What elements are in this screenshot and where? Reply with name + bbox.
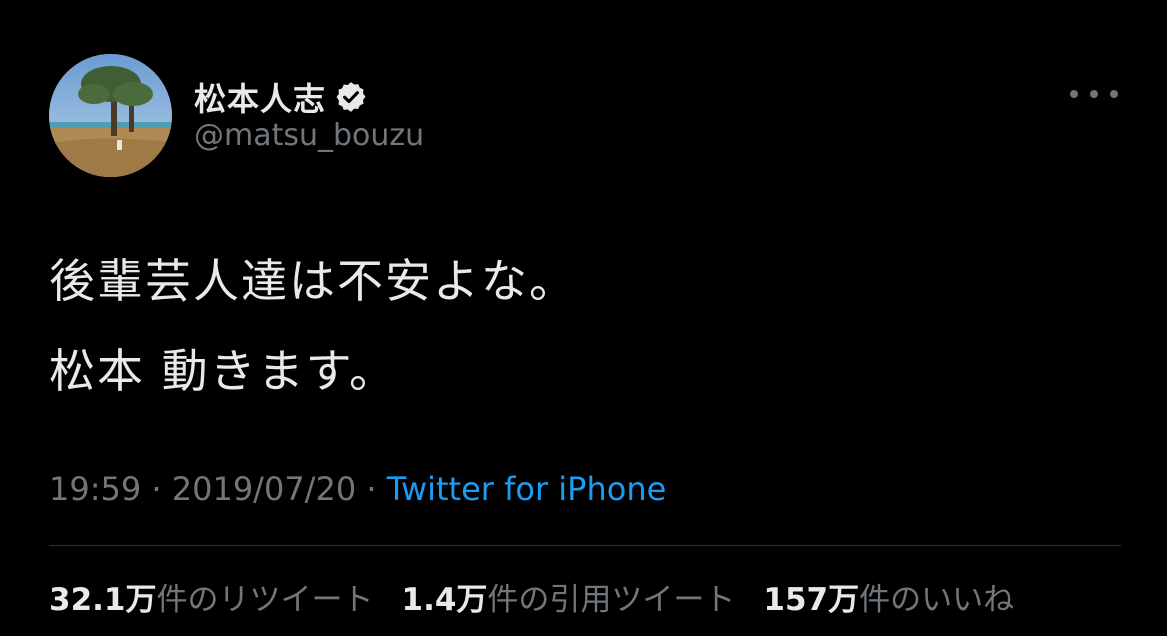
quote-tweets-stat[interactable]: 1.4万件の引用ツイート [402, 574, 736, 619]
tweet-source-link[interactable]: Twitter for iPhone [387, 470, 667, 508]
divider [49, 545, 1121, 546]
verified-badge-icon [334, 80, 368, 114]
meta-separator: · [356, 470, 387, 508]
retweets-stat[interactable]: 32.1万件のリツイート [49, 574, 374, 619]
more-dot [1090, 90, 1098, 98]
tweet-text-line: 松本 動きます。 [49, 344, 398, 398]
more-dot [1110, 90, 1118, 98]
tweet-text: 後輩芸人達は不安よな。 松本 動きます。 [49, 236, 577, 416]
tweet-time[interactable]: 19:59 [49, 470, 141, 508]
quote-tweets-label: 件の引用ツイート [487, 582, 736, 618]
tweet-text-line: 後輩芸人達は不安よな。 [49, 254, 577, 308]
author-display-name[interactable]: 松本人志 [194, 74, 326, 120]
avatar[interactable] [49, 54, 172, 177]
author-handle[interactable]: @matsu_bouzu [194, 118, 424, 153]
tweet-card: 松本人志 @matsu_bouzu 後輩芸人達は不安よな。 松本 動きます。 1… [0, 0, 1167, 636]
more-options-icon[interactable] [1070, 80, 1118, 108]
tweet-date[interactable]: 2019/07/20 [172, 470, 356, 508]
likes-label: 件のいいね [859, 582, 1015, 618]
engagement-stats: 32.1万件のリツイート 1.4万件の引用ツイート 157万件のいいね [49, 574, 1014, 619]
meta-separator: · [141, 470, 172, 508]
quote-tweets-count: 1.4万 [401, 582, 488, 618]
likes-count: 157万 [763, 582, 860, 618]
tweet-meta: 19:59 · 2019/07/20 · Twitter for iPhone [49, 470, 666, 508]
retweets-count: 32.1万 [49, 582, 157, 618]
likes-stat[interactable]: 157万件のいいね [763, 574, 1014, 619]
author-name-row[interactable]: 松本人志 [194, 74, 368, 120]
more-dot [1070, 90, 1078, 98]
retweets-label: 件のリツイート [156, 582, 374, 618]
